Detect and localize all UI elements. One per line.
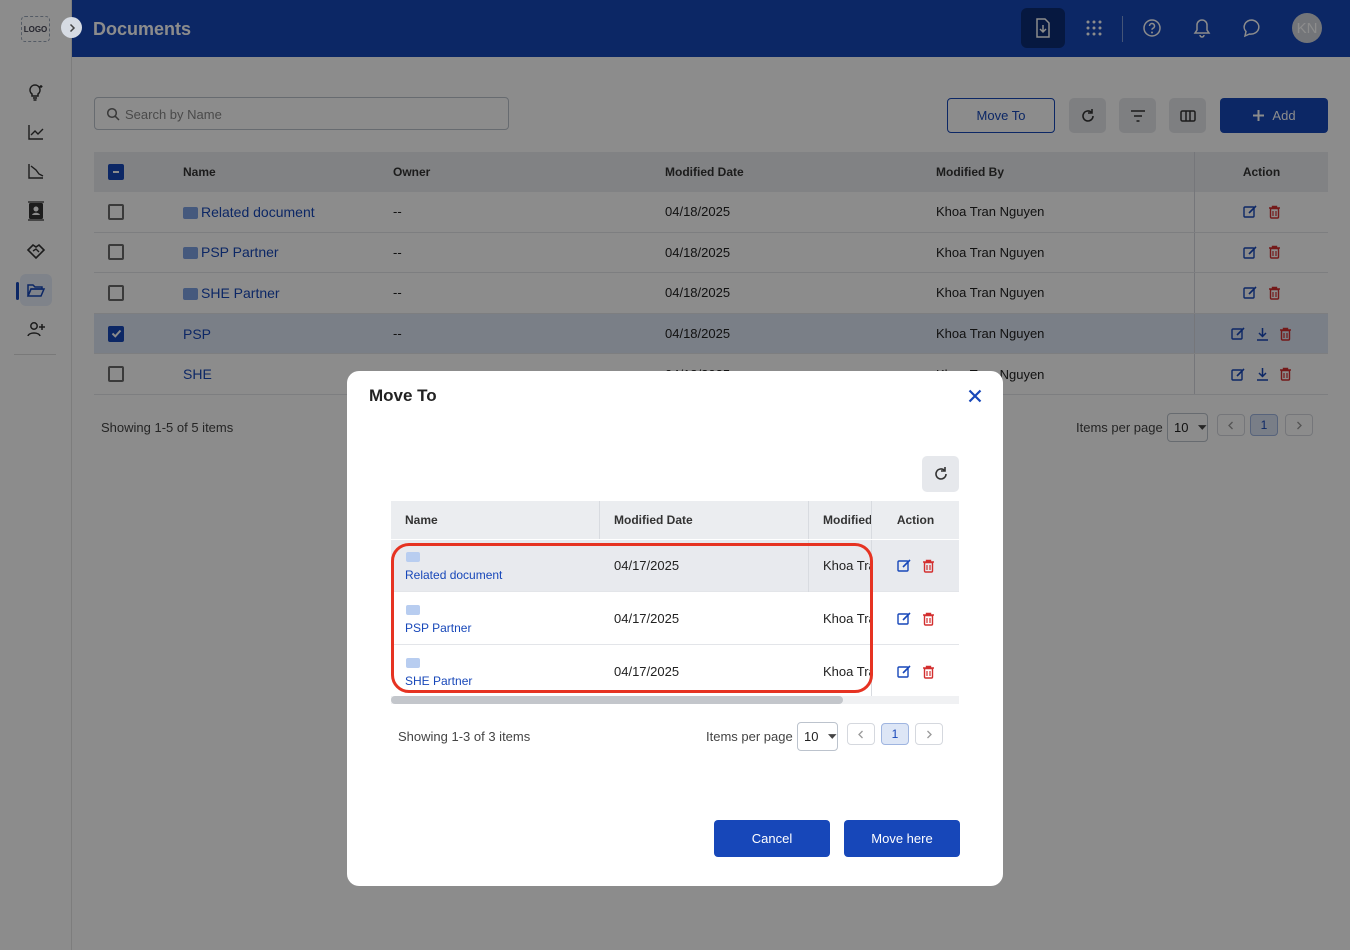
horizontal-scrollbar[interactable] [391, 696, 959, 704]
refresh-icon [934, 467, 947, 480]
move-here-button[interactable]: Move here [844, 820, 960, 857]
dialog-page-button[interactable]: 1 [881, 723, 909, 745]
header-modified-by[interactable]: Modified [823, 501, 871, 539]
delete-icon[interactable] [922, 559, 935, 573]
column-divider [808, 501, 809, 539]
dialog-items-per-page-select[interactable]: 10 [797, 722, 838, 751]
header-name[interactable]: Name [405, 501, 438, 539]
close-icon [968, 389, 982, 403]
dialog-items-per-page-value: 10 [804, 729, 819, 744]
header-modified-date[interactable]: Modified Date [614, 501, 693, 539]
edit-icon[interactable] [896, 664, 912, 679]
delete-icon[interactable] [922, 665, 935, 679]
delete-icon[interactable] [922, 612, 935, 626]
edit-icon[interactable] [896, 558, 912, 573]
dialog-pagination-summary: Showing 1-3 of 3 items [398, 729, 531, 744]
dialog-next-page-button[interactable] [915, 723, 943, 745]
folder-table-header: Name Modified Date Modified Action [391, 501, 959, 539]
chevron-right-icon [69, 23, 75, 32]
edit-icon[interactable] [896, 611, 912, 626]
sidebar-toggle-button[interactable] [61, 17, 82, 38]
close-button[interactable] [968, 389, 982, 408]
cancel-button[interactable]: Cancel [714, 820, 830, 857]
dialog-refresh-button[interactable] [922, 456, 959, 492]
scrollbar-thumb[interactable] [391, 696, 843, 704]
dialog-title: Move To [369, 386, 437, 405]
column-divider [599, 501, 600, 539]
chevron-left-icon [858, 730, 863, 738]
chevron-right-icon [927, 730, 932, 738]
dialog-prev-page-button[interactable] [847, 723, 875, 745]
highlight-annotation [391, 543, 873, 693]
dialog-items-per-page-label: Items per page [706, 729, 793, 744]
move-to-dialog: Move To Name Modified Date Modified Acti… [347, 371, 1003, 886]
caret-down-icon [828, 734, 837, 739]
header-action: Action [871, 501, 959, 539]
